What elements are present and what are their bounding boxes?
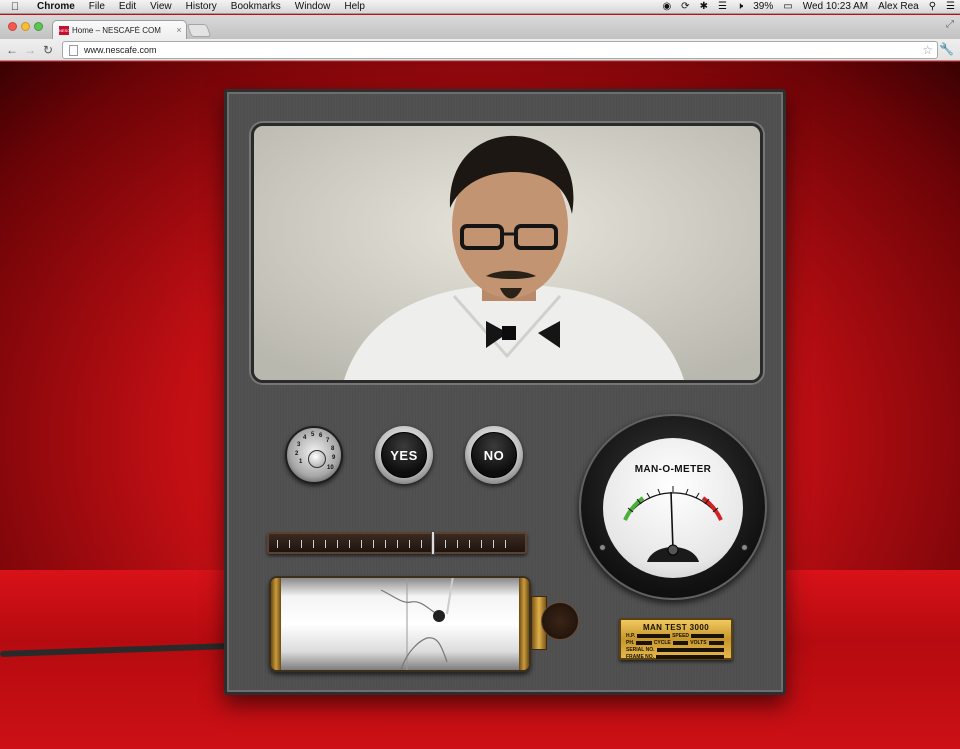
dial-number-3: 3 xyxy=(297,442,301,448)
nescafe-favicon-icon: NESCAFE xyxy=(59,25,78,35)
battery-icon[interactable]: ▭ xyxy=(778,0,797,14)
rotary-dial[interactable]: 1 2 3 4 5 6 7 8 9 10 xyxy=(285,426,343,484)
sync-status-icon[interactable]: ⟳ xyxy=(676,0,694,14)
drum-trace xyxy=(380,578,454,670)
new-tab-button[interactable] xyxy=(186,24,212,37)
plate-row-ph: PH. CYCLE VOLTS xyxy=(626,640,726,646)
notification-list-icon[interactable]: ☰ xyxy=(941,0,960,14)
browser-tab-strip: NESCAFE Home – NESCAFÉ COM × ⤢ xyxy=(0,15,960,39)
tab-close-icon[interactable]: × xyxy=(172,25,186,35)
spotlight-search-icon[interactable]: ⚲ xyxy=(924,0,941,14)
dial-number-6: 6 xyxy=(319,433,323,439)
battery-percent[interactable]: 39% xyxy=(748,0,778,14)
dial-number-1: 1 xyxy=(299,459,303,465)
bookmark-star-icon[interactable]: ☆ xyxy=(922,43,933,57)
gauge-needle xyxy=(670,491,674,551)
menu-clock[interactable]: Wed 10:23 AM xyxy=(798,0,873,14)
plate-row-serial: SERIAL NO. xyxy=(626,647,726,653)
window-close-button[interactable] xyxy=(8,22,17,31)
menu-window[interactable]: Window xyxy=(288,0,338,14)
man-test-plate: MAN TEST 3000 H.P. SPEED PH. CYCLE VOLTS… xyxy=(619,618,733,660)
nescafe-page: 1 2 3 4 5 6 7 8 9 10 YES NO MAN-O-METER xyxy=(0,62,960,749)
dial-number-8: 8 xyxy=(331,446,335,452)
dial-number-9: 9 xyxy=(332,455,336,461)
fullscreen-icon[interactable]: ⤢ xyxy=(946,19,954,30)
plate-cycle-label: CYCLE xyxy=(653,640,671,646)
plate-row-frame: FRAME NO. xyxy=(626,654,726,660)
drum-crank[interactable] xyxy=(541,602,579,640)
plate-serial-label: SERIAL NO. xyxy=(626,647,655,653)
dial-number-4: 4 xyxy=(303,435,307,441)
browser-toolbar: ← → ↻ ☆ 🔧 xyxy=(0,39,960,61)
forward-button[interactable]: → xyxy=(22,42,38,58)
mac-menu-bar:  Chrome File Edit View History Bookmark… xyxy=(0,0,960,14)
slider-handle[interactable] xyxy=(431,531,435,555)
apple-menu-icon[interactable]:  xyxy=(0,1,30,13)
plate-frame-label: FRAME NO. xyxy=(626,654,655,660)
yes-button-label: YES xyxy=(381,432,427,478)
menu-file[interactable]: File xyxy=(82,0,112,14)
plate-speed-label: SPEED xyxy=(672,633,690,639)
dial-knob[interactable] xyxy=(308,450,326,468)
plate-hp-label: H.P. xyxy=(626,633,636,639)
slider-scale[interactable] xyxy=(267,531,527,555)
yes-button[interactable]: YES xyxy=(375,426,433,484)
menu-view[interactable]: View xyxy=(143,0,179,14)
back-button[interactable]: ← xyxy=(4,42,20,58)
plate-title: MAN TEST 3000 xyxy=(642,623,710,632)
wrench-menu-icon[interactable]: 🔧 xyxy=(939,42,954,56)
wifi-icon[interactable]: ☰ xyxy=(713,0,732,14)
gauge-scale xyxy=(623,486,723,562)
window-zoom-button[interactable] xyxy=(34,22,43,31)
menu-app-chrome[interactable]: Chrome xyxy=(30,0,82,14)
no-button[interactable]: NO xyxy=(465,426,523,484)
gauge-face: MAN-O-METER xyxy=(603,438,743,578)
tab-home-nescafe[interactable]: NESCAFE Home – NESCAFÉ COM × xyxy=(52,20,187,39)
volume-icon[interactable]: 🕨 xyxy=(732,0,748,14)
scientist-video-frame xyxy=(254,126,760,380)
plate-ph-label: PH. xyxy=(626,640,635,646)
dial-number-7: 7 xyxy=(326,438,330,444)
slider-ticks xyxy=(277,540,517,548)
video-screen[interactable] xyxy=(251,123,763,383)
globe-status-icon[interactable]: ◉ xyxy=(657,0,676,14)
dial-number-10: 10 xyxy=(327,465,334,471)
menu-user[interactable]: Alex Rea xyxy=(873,0,924,14)
reload-button[interactable]: ↻ xyxy=(40,42,56,58)
window-minimize-button[interactable] xyxy=(21,22,30,31)
no-button-label: NO xyxy=(471,432,517,478)
recording-drum xyxy=(269,576,531,672)
man-o-meter-gauge: MAN-O-METER xyxy=(579,414,767,600)
plate-row-hp: H.P. SPEED xyxy=(626,633,726,639)
tab-title: Home – NESCAFÉ COM xyxy=(72,25,161,35)
man-test-console: 1 2 3 4 5 6 7 8 9 10 YES NO MAN-O-METER xyxy=(224,89,786,695)
address-bar[interactable]: ☆ xyxy=(62,41,938,59)
bluetooth-icon[interactable]: ✱ xyxy=(695,0,713,14)
plate-volts-label: VOLTS xyxy=(690,640,707,646)
dial-number-5: 5 xyxy=(311,432,315,438)
url-input[interactable] xyxy=(84,45,923,55)
menu-help[interactable]: Help xyxy=(337,0,372,14)
menu-edit[interactable]: Edit xyxy=(112,0,143,14)
menu-history[interactable]: History xyxy=(179,0,224,14)
menu-bookmarks[interactable]: Bookmarks xyxy=(224,0,288,14)
dial-number-2: 2 xyxy=(295,451,299,457)
page-icon xyxy=(69,44,78,56)
